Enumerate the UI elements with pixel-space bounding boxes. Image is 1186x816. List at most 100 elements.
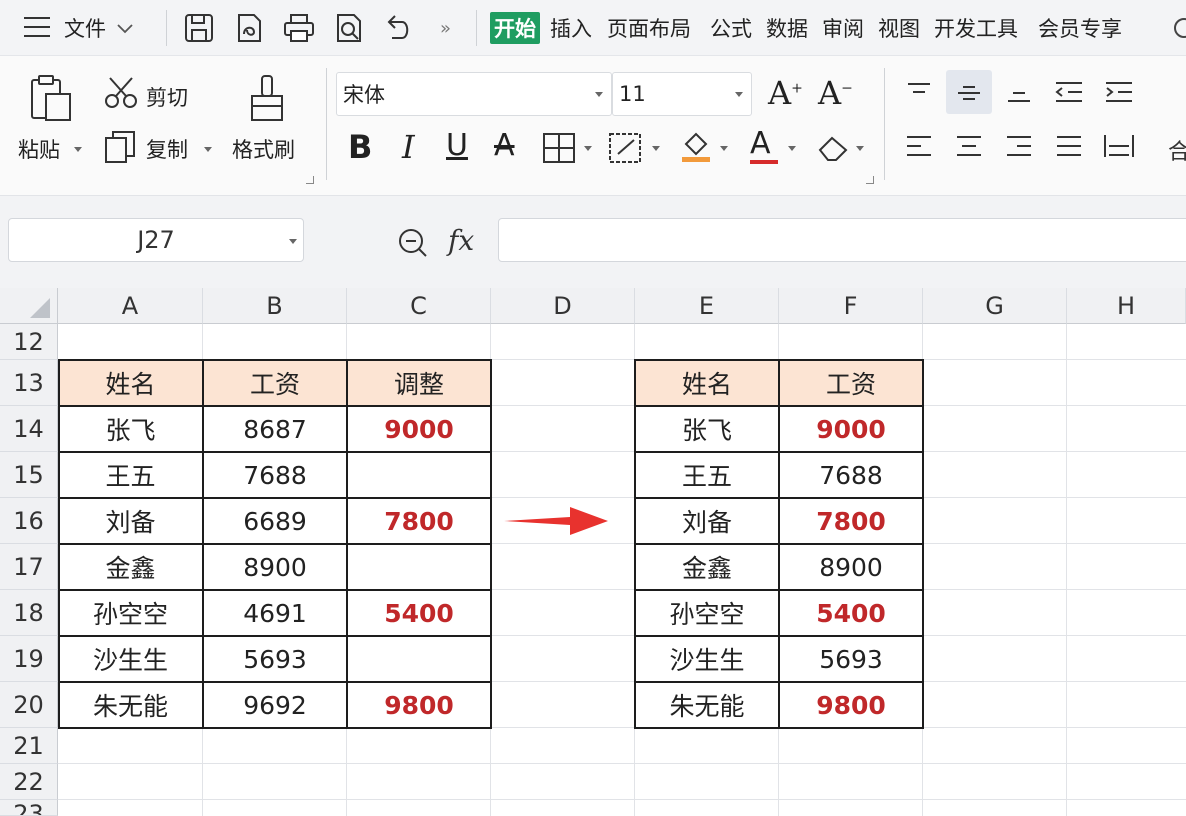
tab-home[interactable]: 开始	[490, 12, 540, 44]
font-group-launcher[interactable]	[866, 176, 874, 184]
align-bottom-button[interactable]	[996, 70, 1042, 114]
tab-view[interactable]: 视图	[878, 0, 920, 56]
row-header-17[interactable]: 17	[0, 544, 58, 590]
format-painter-button[interactable]: 格式刷	[232, 134, 295, 164]
export-pdf-icon[interactable]	[232, 12, 266, 44]
increase-font-button[interactable]: A+	[768, 74, 803, 112]
left-cell-name[interactable]: 刘备	[58, 498, 203, 544]
eraser-caret[interactable]	[856, 146, 864, 151]
col-header-h[interactable]: H	[1067, 288, 1186, 324]
left-cell-salary[interactable]: 5693	[203, 636, 347, 682]
tab-insert[interactable]: 插入	[550, 0, 592, 56]
font-name-select[interactable]: 宋体	[336, 72, 612, 116]
format-painter-icon[interactable]	[248, 74, 288, 124]
right-cell-name[interactable]: 孙空空	[635, 590, 779, 636]
left-cell-name[interactable]: 孙空空	[58, 590, 203, 636]
row-header-23[interactable]: 23	[0, 800, 58, 816]
file-menu[interactable]: 文件	[64, 0, 134, 56]
strikethrough-button[interactable]: A	[494, 128, 515, 163]
right-cell-salary[interactable]: 9800	[779, 682, 923, 728]
borders-icon[interactable]	[542, 132, 576, 164]
col-header-d[interactable]: D	[491, 288, 635, 324]
increase-indent-button[interactable]	[1096, 70, 1142, 114]
col-header-e[interactable]: E	[635, 288, 779, 324]
left-cell-salary[interactable]: 9692	[203, 682, 347, 728]
left-cell-adjust[interactable]	[347, 544, 491, 590]
zoom-icon[interactable]	[398, 228, 428, 262]
right-cell-name[interactable]: 朱无能	[635, 682, 779, 728]
font-color-button[interactable]: A	[750, 126, 771, 161]
decrease-font-button[interactable]: A−	[818, 74, 853, 112]
row-header-13[interactable]: 13	[0, 360, 58, 406]
left-cell-name[interactable]: 朱无能	[58, 682, 203, 728]
print-preview-icon[interactable]	[332, 12, 366, 44]
clipboard-group-launcher[interactable]	[306, 176, 314, 184]
right-cell-salary[interactable]: 5693	[779, 636, 923, 682]
more-icon[interactable]: »	[440, 0, 451, 56]
paste-button[interactable]: 粘贴	[18, 134, 60, 164]
row-header-15[interactable]: 15	[0, 452, 58, 498]
row-header-22[interactable]: 22	[0, 764, 58, 800]
row-header-16[interactable]: 16	[0, 498, 58, 544]
left-cell-salary[interactable]: 7688	[203, 452, 347, 498]
right-cell-name[interactable]: 张飞	[635, 406, 779, 452]
left-cell-name[interactable]: 沙生生	[58, 636, 203, 682]
more-ribbon-icon[interactable]: 合	[1168, 134, 1186, 166]
decrease-indent-button[interactable]	[1046, 70, 1092, 114]
row-header-20[interactable]: 20	[0, 682, 58, 728]
cell-style-icon[interactable]	[608, 132, 644, 164]
distributed-button[interactable]	[1096, 124, 1142, 168]
print-icon[interactable]	[282, 12, 316, 44]
bold-button[interactable]: B	[348, 128, 372, 166]
copy-button[interactable]: 复制	[146, 134, 188, 164]
align-right-button[interactable]	[996, 124, 1042, 168]
align-left-button[interactable]	[896, 124, 942, 168]
col-header-a[interactable]: A	[58, 288, 203, 324]
name-box[interactable]: J27	[8, 218, 304, 262]
tab-data[interactable]: 数据	[766, 0, 808, 56]
right-cell-salary[interactable]: 5400	[779, 590, 923, 636]
left-cell-name[interactable]: 金鑫	[58, 544, 203, 590]
fill-color-icon[interactable]	[680, 130, 712, 164]
right-cell-salary[interactable]: 7688	[779, 452, 923, 498]
paste-dropdown-caret[interactable]	[74, 147, 82, 152]
justify-button[interactable]	[1046, 124, 1092, 168]
paste-icon[interactable]	[28, 74, 74, 122]
align-middle-button[interactable]	[946, 70, 992, 114]
col-header-c[interactable]: C	[347, 288, 491, 324]
right-cell-salary[interactable]: 8900	[779, 544, 923, 590]
insert-function-button[interactable]: fx	[448, 224, 474, 257]
left-cell-salary[interactable]: 8900	[203, 544, 347, 590]
font-size-select[interactable]: 11	[612, 72, 752, 116]
left-cell-adjust[interactable]: 7800	[347, 498, 491, 544]
left-header-salary[interactable]: 工资	[203, 360, 347, 406]
row-header-19[interactable]: 19	[0, 636, 58, 682]
align-center-button[interactable]	[946, 124, 992, 168]
left-cell-salary[interactable]: 4691	[203, 590, 347, 636]
spreadsheet-grid[interactable]: A B C D E F G H 12 13 14 15 16 17 18 19 …	[0, 288, 1186, 816]
fill-color-caret[interactable]	[720, 146, 728, 151]
cell-style-caret[interactable]	[652, 146, 660, 151]
left-header-adjust[interactable]: 调整	[347, 360, 491, 406]
tab-review[interactable]: 审阅	[822, 0, 864, 56]
tab-formulas[interactable]: 公式	[710, 0, 752, 56]
right-cell-name[interactable]: 沙生生	[635, 636, 779, 682]
left-cell-salary[interactable]: 6689	[203, 498, 347, 544]
left-cell-adjust[interactable]	[347, 452, 491, 498]
left-cell-adjust[interactable]: 5400	[347, 590, 491, 636]
col-header-g[interactable]: G	[923, 288, 1067, 324]
row-header-14[interactable]: 14	[0, 406, 58, 452]
right-cell-name[interactable]: 刘备	[635, 498, 779, 544]
align-top-button[interactable]	[896, 70, 942, 114]
borders-caret[interactable]	[584, 146, 592, 151]
right-cell-name[interactable]: 金鑫	[635, 544, 779, 590]
italic-button[interactable]: I	[402, 128, 415, 166]
right-header-salary[interactable]: 工资	[779, 360, 923, 406]
select-all-corner[interactable]	[0, 288, 58, 324]
font-color-caret[interactable]	[788, 146, 796, 151]
copy-icon[interactable]	[104, 130, 136, 164]
eraser-icon[interactable]	[816, 134, 850, 162]
right-cell-salary[interactable]: 7800	[779, 498, 923, 544]
col-header-f[interactable]: F	[779, 288, 923, 324]
scissors-icon[interactable]	[104, 76, 138, 110]
